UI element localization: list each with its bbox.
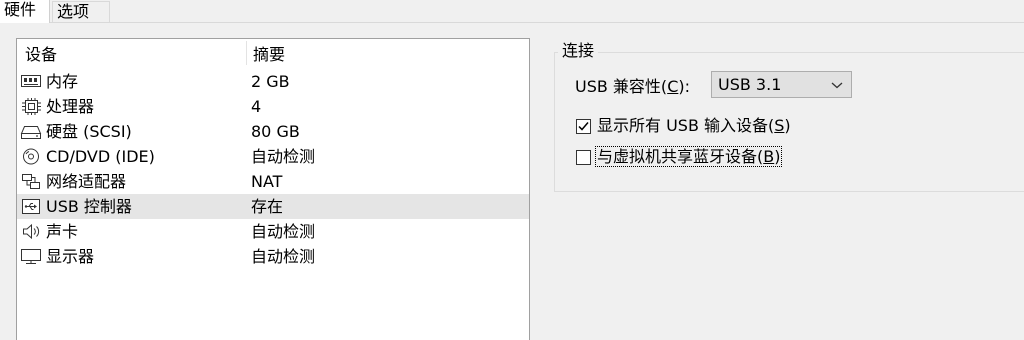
device-name: 内存 bbox=[46, 72, 79, 91]
show-all-usb-label[interactable]: 显示所有 USB 输入设备(S) bbox=[597, 115, 791, 137]
speaker-icon bbox=[23, 223, 40, 240]
device-summary: NAT bbox=[251, 172, 283, 191]
device-list[interactable]: 设备 摘要 内存 2 GB 处理器 4 硬盘 (SCSI) 80 GB CD/D… bbox=[16, 38, 530, 340]
device-name: 处理器 bbox=[46, 97, 95, 116]
device-name: CD/DVD (IDE) bbox=[46, 147, 155, 166]
usb-compatibility-value: USB 3.1 bbox=[718, 75, 782, 94]
device-name: 显示器 bbox=[46, 247, 95, 266]
processor-icon bbox=[22, 98, 41, 115]
share-bluetooth-label[interactable]: 与虚拟机共享蓝牙设备(B) bbox=[595, 146, 783, 168]
network-adapter-icon bbox=[22, 174, 40, 189]
device-summary: 2 GB bbox=[251, 72, 290, 91]
device-summary: 存在 bbox=[251, 197, 284, 216]
device-row-network-adapter[interactable]: 网络适配器 NAT bbox=[17, 169, 529, 194]
monitor-icon bbox=[21, 249, 41, 264]
tab-options[interactable]: 选项 bbox=[52, 1, 110, 22]
share-bluetooth-checkbox[interactable] bbox=[576, 150, 591, 165]
chevron-down-icon bbox=[831, 82, 843, 89]
focus-outline: 与虚拟机共享蓝牙设备(B) bbox=[595, 146, 783, 167]
device-summary: 自动检测 bbox=[251, 222, 316, 241]
device-row-memory[interactable]: 内存 2 GB bbox=[17, 69, 529, 94]
connection-group-title: 连接 bbox=[558, 41, 599, 61]
device-row-display[interactable]: 显示器 自动检测 bbox=[17, 244, 529, 269]
device-row-processor[interactable]: 处理器 4 bbox=[17, 94, 529, 119]
show-all-usb-checkbox[interactable] bbox=[576, 119, 591, 134]
device-summary: 4 bbox=[251, 97, 262, 116]
checkmark-icon bbox=[578, 122, 589, 131]
device-name: 网络适配器 bbox=[46, 172, 127, 191]
device-summary: 自动检测 bbox=[251, 247, 316, 266]
device-row-sound-card[interactable]: 声卡 自动检测 bbox=[17, 219, 529, 244]
usb-compatibility-select[interactable]: USB 3.1 bbox=[711, 71, 852, 98]
device-row-cd-dvd[interactable]: CD/DVD (IDE) 自动检测 bbox=[17, 144, 529, 169]
device-name: USB 控制器 bbox=[46, 197, 132, 216]
memory-icon bbox=[21, 75, 41, 87]
tab-hardware[interactable]: 硬件 bbox=[0, 0, 50, 23]
hard-disk-icon bbox=[20, 126, 42, 139]
usb-icon bbox=[22, 199, 40, 214]
cd-dvd-icon bbox=[23, 148, 39, 165]
device-name: 声卡 bbox=[46, 222, 79, 241]
device-row-usb-controller[interactable]: USB 控制器 存在 bbox=[17, 194, 529, 219]
device-summary: 80 GB bbox=[251, 122, 300, 141]
usb-compatibility-label: USB 兼容性(C): bbox=[575, 77, 690, 96]
column-divider[interactable] bbox=[246, 41, 247, 65]
device-summary: 自动检测 bbox=[251, 147, 316, 166]
tab-bar: 硬件 选项 bbox=[0, 0, 1024, 23]
column-header-device[interactable]: 设备 bbox=[25, 45, 57, 65]
device-name: 硬盘 (SCSI) bbox=[46, 122, 132, 141]
device-row-hard-disk[interactable]: 硬盘 (SCSI) 80 GB bbox=[17, 119, 529, 144]
column-header-summary[interactable]: 摘要 bbox=[253, 45, 285, 65]
tab-divider bbox=[50, 22, 1024, 23]
